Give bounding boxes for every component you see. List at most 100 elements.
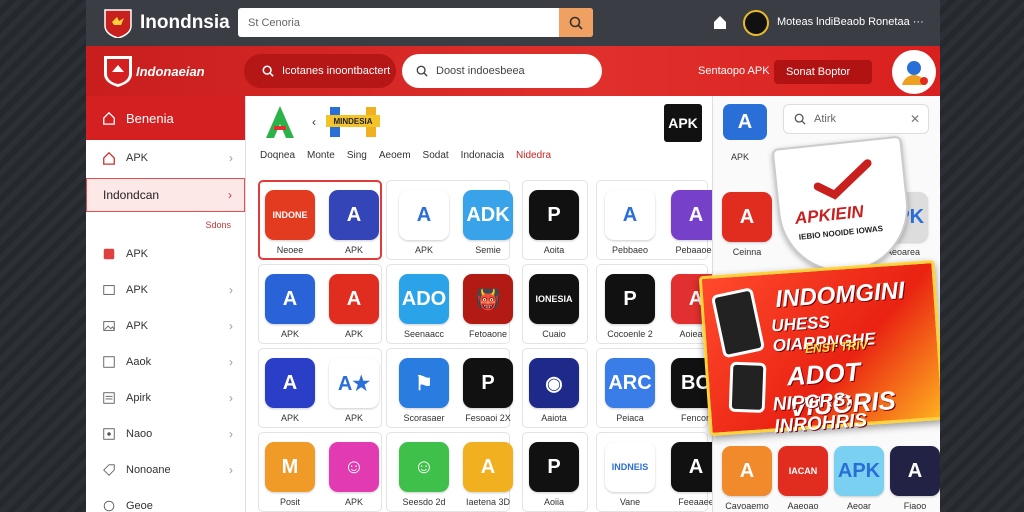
app-tile[interactable]: ⚑ Scorasaer: [398, 358, 450, 423]
chevron-right-icon: ›: [229, 319, 233, 333]
sidebar-item-apk-2[interactable]: APK: [86, 236, 245, 272]
sidebar-item-geoe[interactable]: Geoe: [86, 488, 245, 512]
search-input[interactable]: St Cenoria: [238, 8, 593, 37]
app-window: Inondnsia St Cenoria Moteas lndiBeaob Ro…: [86, 0, 940, 512]
promo-banner[interactable]: INDOMGINI UHESS OIARPNGHE ENST TRIV ADOT…: [698, 259, 940, 437]
secondary-search-input[interactable]: Doost indoesbeea: [402, 54, 602, 88]
sidebar-item-apk-3[interactable]: APK ›: [86, 272, 245, 308]
user-text: Moteas lndiBeaob Ronetaa ···: [777, 16, 924, 28]
app-label: Vane: [619, 497, 641, 507]
app-tile[interactable]: A Cavoaemo: [721, 446, 773, 511]
app-tile[interactable]: ☺ APK: [328, 442, 380, 507]
app-tile[interactable]: ADK Semie: [462, 190, 514, 255]
sidebar-item-label: Indondcan: [103, 188, 160, 202]
sidebar-item-nonoane[interactable]: Nonoane ›: [86, 452, 245, 488]
app-tile[interactable]: P Aoiia: [528, 442, 580, 507]
sidebar-item-apk[interactable]: APK ›: [86, 140, 245, 176]
app-icon: ADK: [463, 190, 513, 240]
app-label: APK: [344, 497, 363, 507]
profile-avatar[interactable]: [892, 50, 936, 94]
app-icon: A: [265, 358, 315, 408]
app-icon: P: [529, 442, 579, 492]
app-label: Seesdo 2d: [402, 497, 446, 507]
app-tile[interactable]: IACAN Aaeoao: [777, 446, 829, 511]
category-tab[interactable]: Indonacia: [461, 150, 504, 161]
sidebar-item-selected[interactable]: Indondcan ›: [86, 178, 245, 212]
category-tab[interactable]: Sing: [347, 150, 367, 161]
app-label: APK: [344, 329, 363, 339]
app-icon: M: [265, 442, 315, 492]
category-tab[interactable]: Nidedra: [516, 150, 551, 161]
app-tile[interactable]: A APK: [328, 274, 380, 339]
home-icon[interactable]: [712, 14, 728, 30]
close-icon[interactable]: ✕: [910, 112, 920, 126]
sidebar-item-apirk[interactable]: Apirk ›: [86, 380, 245, 416]
app-label: Fiaoo: [903, 501, 927, 511]
sidebar-item-aaok[interactable]: Aaok ›: [86, 344, 245, 380]
app-tile[interactable]: IONESIA Cuaio: [528, 274, 580, 339]
app-label: Posit: [279, 497, 300, 507]
app-tile[interactable]: A APK: [398, 190, 450, 255]
search-icon: [416, 65, 428, 77]
brand-title: Inondnsia: [140, 12, 230, 33]
pill-label: Icotanes inoontbactert: [282, 65, 391, 77]
sidebar-item-apk-4[interactable]: APK ›: [86, 308, 245, 344]
home-icon: [103, 151, 115, 165]
app-tile[interactable]: P Cocoenle 2: [604, 274, 656, 339]
app-tile[interactable]: 👹 Fetoaone: [462, 274, 514, 339]
app-tile[interactable]: A Fiaoo: [889, 446, 940, 511]
category-tab[interactable]: Doqnea: [260, 150, 295, 161]
search-button[interactable]: [559, 8, 593, 37]
app-icon-a[interactable]: A: [723, 104, 767, 140]
sidebar-item-label: APK: [126, 248, 149, 260]
app-icon: A: [329, 274, 379, 324]
app-tile[interactable]: A Ceinna: [721, 192, 773, 257]
shield-logo-icon: [104, 56, 132, 87]
app-tile[interactable]: A Iaetena 3D: [462, 442, 514, 507]
app-label: Neoee: [276, 245, 304, 255]
secondary-header: Indonaeian Icotanes inoontbactert Doost …: [86, 46, 940, 96]
app-tile[interactable]: A APK: [264, 274, 316, 339]
search-placeholder: Doost indoesbeea: [436, 65, 525, 77]
sidebar: Benenia APK › Indondcan › Sdons APK APK …: [86, 96, 246, 512]
sidebar-header[interactable]: Benenia: [86, 96, 245, 140]
apk-badge[interactable]: APK: [664, 104, 702, 142]
category-tab[interactable]: Sodat: [423, 150, 449, 161]
category-tab[interactable]: Monte: [307, 150, 335, 161]
phone-icon: [728, 361, 767, 413]
app-tile[interactable]: ◉ Aaiota: [528, 358, 580, 423]
user-avatar[interactable]: [743, 10, 769, 36]
app-tile[interactable]: A APK: [264, 358, 316, 423]
right-search-input[interactable]: Atirk ✕: [783, 104, 929, 134]
app-tile[interactable]: A Pebbaeo: [604, 190, 656, 255]
back-arrow-icon[interactable]: ‹: [312, 115, 316, 129]
app-tile[interactable]: A APK: [328, 190, 380, 255]
app-tile[interactable]: P Fesoaoi 2X: [462, 358, 514, 423]
app-tile[interactable]: A★ APK: [328, 358, 380, 423]
sidebar-item-naoo[interactable]: Naoo ›: [86, 416, 245, 452]
app-tile[interactable]: ADO Seenaacc: [398, 274, 450, 339]
app-tile[interactable]: M Posit: [264, 442, 316, 507]
category-tab[interactable]: Aeoem: [379, 150, 411, 161]
app-tile[interactable]: P Aoita: [528, 190, 580, 255]
header-button[interactable]: Sonat Boptor: [774, 60, 872, 84]
app-icon: INDONE: [265, 190, 315, 240]
app-label: Peiaca: [616, 413, 644, 423]
app-tile[interactable]: APK Aeoar: [833, 446, 885, 511]
app-tile[interactable]: INDNEIS Vane: [604, 442, 656, 507]
sidebar-item-label: Naoo: [126, 428, 153, 440]
sidebar-item-label: Apirk: [126, 392, 152, 404]
background-right: [940, 0, 1024, 512]
app-tile[interactable]: ☺ Seesdo 2d: [398, 442, 450, 507]
header-link[interactable]: Sentaopo APK: [698, 65, 770, 77]
nav-pill-search[interactable]: Icotanes inoontbactert: [244, 54, 396, 88]
app-label: Fesoaoi 2X: [465, 413, 511, 423]
app-label: Aeoar: [846, 501, 872, 511]
square-icon: [103, 356, 115, 368]
chevron-right-icon: ›: [229, 355, 233, 369]
app-icon: 👹: [463, 274, 513, 324]
app-label: APK: [280, 329, 299, 339]
app-tile[interactable]: ARC Peiaca: [604, 358, 656, 423]
category-bar: Doqnea Monte Sing Aeoem Sodat Indonacia …: [260, 150, 551, 161]
app-tile[interactable]: INDONE Neoee: [264, 190, 316, 255]
